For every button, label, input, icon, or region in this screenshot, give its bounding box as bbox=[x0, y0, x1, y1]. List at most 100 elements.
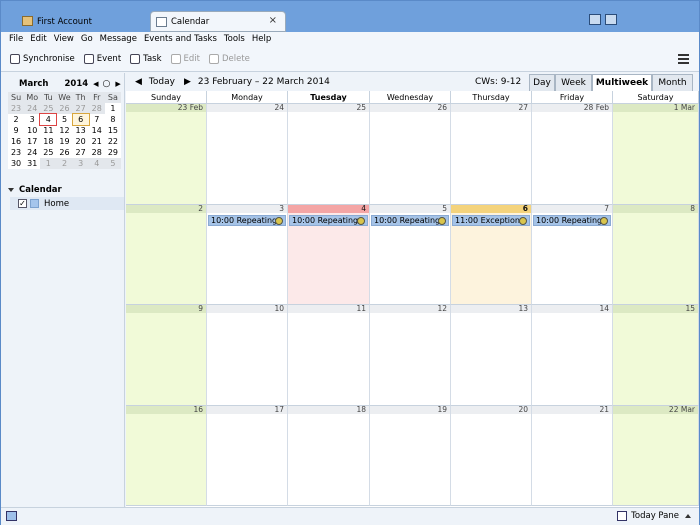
tasks-view-icon[interactable] bbox=[605, 14, 617, 25]
event-item[interactable]: 10:00 Repeating bbox=[289, 214, 368, 226]
tab-week[interactable]: Week bbox=[555, 74, 592, 91]
mini-month-day[interactable]: 29 bbox=[104, 147, 121, 158]
day-cell[interactable]: 8 bbox=[613, 204, 699, 305]
mini-month-name[interactable]: March bbox=[19, 79, 48, 89]
menu-events-tasks[interactable]: Events and Tasks bbox=[144, 34, 217, 44]
day-cell[interactable]: 3 10:00 Repeating bbox=[207, 204, 288, 305]
day-cell[interactable]: 17 bbox=[207, 405, 288, 506]
mini-month-day[interactable]: 28 bbox=[88, 103, 105, 114]
close-tab-icon[interactable]: × bbox=[269, 15, 277, 26]
online-status-icon[interactable] bbox=[6, 511, 17, 521]
day-cell[interactable]: 6 11:00 Exception bbox=[451, 204, 532, 305]
mini-month-day[interactable]: 24 bbox=[24, 103, 41, 114]
mini-month-day[interactable]: 2 bbox=[56, 158, 73, 169]
day-cell[interactable]: 18 bbox=[288, 405, 370, 506]
mini-month-day[interactable]: 1 bbox=[104, 103, 121, 114]
mini-month-day[interactable]: 27 bbox=[72, 103, 89, 114]
today-circle-icon[interactable]: ○ bbox=[103, 79, 111, 89]
checkbox-icon[interactable]: ✓ bbox=[18, 199, 27, 208]
mini-month-year[interactable]: 2014 bbox=[64, 79, 88, 89]
day-cell[interactable]: 23 Feb bbox=[126, 104, 207, 205]
mini-month-day[interactable]: 12 bbox=[56, 125, 73, 136]
day-cell[interactable]: 1 Mar bbox=[613, 104, 699, 205]
menu-go[interactable]: Go bbox=[81, 34, 93, 44]
mini-month-day[interactable]: 7 bbox=[88, 114, 105, 125]
event-item[interactable]: 11:00 Exception bbox=[452, 214, 530, 226]
mini-month-day[interactable]: 4 bbox=[39, 113, 58, 126]
delete-button[interactable]: Delete bbox=[208, 53, 250, 64]
mini-month-day[interactable]: 9 bbox=[8, 125, 25, 136]
menu-file[interactable]: File bbox=[9, 34, 23, 44]
calendar-list-header[interactable]: Calendar bbox=[8, 185, 124, 195]
event-item[interactable]: 10:00 Repeating bbox=[533, 214, 611, 226]
event-item[interactable]: 10:00 Repeating bbox=[208, 214, 286, 226]
mini-month-day[interactable]: 22 bbox=[104, 136, 121, 147]
mini-month-day[interactable]: 15 bbox=[104, 125, 121, 136]
day-cell[interactable]: 14 bbox=[532, 305, 613, 406]
collapse-icon[interactable] bbox=[8, 188, 14, 192]
mini-month-day[interactable]: 5 bbox=[56, 114, 73, 125]
mini-month-day[interactable]: 3 bbox=[24, 114, 41, 125]
mini-month-day[interactable]: 10 bbox=[24, 125, 41, 136]
mini-month-day[interactable]: 31 bbox=[24, 158, 41, 169]
mini-month-day[interactable]: 26 bbox=[56, 103, 73, 114]
calendar-item-home[interactable]: ✓ Home bbox=[10, 197, 124, 210]
tab-first-account[interactable]: First Account bbox=[17, 11, 147, 32]
menu-edit[interactable]: Edit bbox=[30, 34, 46, 44]
day-cell[interactable]: 11 bbox=[288, 305, 370, 406]
synchronise-button[interactable]: Synchronise bbox=[10, 53, 75, 64]
tab-calendar[interactable]: Calendar × bbox=[150, 11, 286, 32]
mini-month-day[interactable]: 21 bbox=[88, 136, 105, 147]
menu-help[interactable]: Help bbox=[252, 34, 271, 44]
mini-month-day[interactable]: 6 bbox=[71, 113, 90, 126]
mini-month-day[interactable]: 27 bbox=[72, 147, 89, 158]
mini-month-day[interactable]: 19 bbox=[56, 136, 73, 147]
mini-month-day[interactable]: 28 bbox=[88, 147, 105, 158]
day-cell[interactable]: 27 bbox=[451, 104, 532, 205]
day-cell[interactable]: 10 bbox=[207, 305, 288, 406]
new-event-button[interactable]: Event bbox=[83, 53, 121, 64]
menu-message[interactable]: Message bbox=[100, 34, 137, 44]
edit-button[interactable]: Edit bbox=[170, 53, 200, 64]
mini-month-day[interactable]: 18 bbox=[40, 136, 57, 147]
mini-month-day[interactable]: 11 bbox=[40, 125, 57, 136]
day-cell[interactable]: 19 bbox=[370, 405, 451, 506]
day-cell[interactable]: 24 bbox=[207, 104, 288, 205]
mini-month-day[interactable]: 5 bbox=[104, 158, 121, 169]
mini-month-day[interactable]: 16 bbox=[8, 136, 25, 147]
mini-month-day[interactable]: 20 bbox=[72, 136, 89, 147]
menu-tools[interactable]: Tools bbox=[224, 34, 245, 44]
day-cell[interactable]: 2 bbox=[126, 204, 207, 305]
day-cell[interactable]: 26 bbox=[370, 104, 451, 205]
mini-month-day[interactable]: 4 bbox=[88, 158, 105, 169]
next-period-icon[interactable]: ▶ bbox=[184, 77, 191, 87]
day-cell[interactable]: 13 bbox=[451, 305, 532, 406]
mini-month-day[interactable]: 17 bbox=[24, 136, 41, 147]
mini-month-day[interactable]: 13 bbox=[72, 125, 89, 136]
day-cell[interactable]: 28 Feb bbox=[532, 104, 613, 205]
day-cell[interactable]: 15 bbox=[613, 305, 699, 406]
day-cell[interactable]: 20 bbox=[451, 405, 532, 506]
day-cell[interactable]: 25 bbox=[288, 104, 370, 205]
day-cell[interactable]: 5 10:00 Repeating bbox=[370, 204, 451, 305]
day-cell[interactable]: 16 bbox=[126, 405, 207, 506]
mini-month-day[interactable]: 26 bbox=[56, 147, 73, 158]
mini-month-day[interactable]: 24 bbox=[24, 147, 41, 158]
mini-month-day[interactable]: 23 bbox=[8, 103, 25, 114]
new-task-button[interactable]: Task bbox=[130, 53, 162, 64]
menu-icon[interactable] bbox=[678, 54, 689, 66]
day-cell[interactable]: 7 10:00 Repeating bbox=[532, 204, 613, 305]
mini-month-day[interactable]: 14 bbox=[88, 125, 105, 136]
next-month-icon[interactable]: ▶ bbox=[115, 80, 120, 88]
prev-period-icon[interactable]: ◀ bbox=[135, 77, 142, 87]
mini-month-day[interactable]: 30 bbox=[8, 158, 25, 169]
today-button[interactable]: Today bbox=[149, 77, 175, 87]
mini-month-day[interactable]: 8 bbox=[104, 114, 121, 125]
day-cell[interactable]: 4 10:00 Repeating bbox=[288, 204, 370, 305]
mini-month-day[interactable]: 23 bbox=[8, 147, 25, 158]
calendar-view-icon[interactable] bbox=[589, 14, 601, 25]
today-pane-toggle[interactable]: Today Pane bbox=[617, 511, 691, 521]
tab-month[interactable]: Month bbox=[652, 74, 693, 91]
day-cell[interactable]: 9 bbox=[126, 305, 207, 406]
day-cell[interactable]: 22 Mar bbox=[613, 405, 699, 506]
